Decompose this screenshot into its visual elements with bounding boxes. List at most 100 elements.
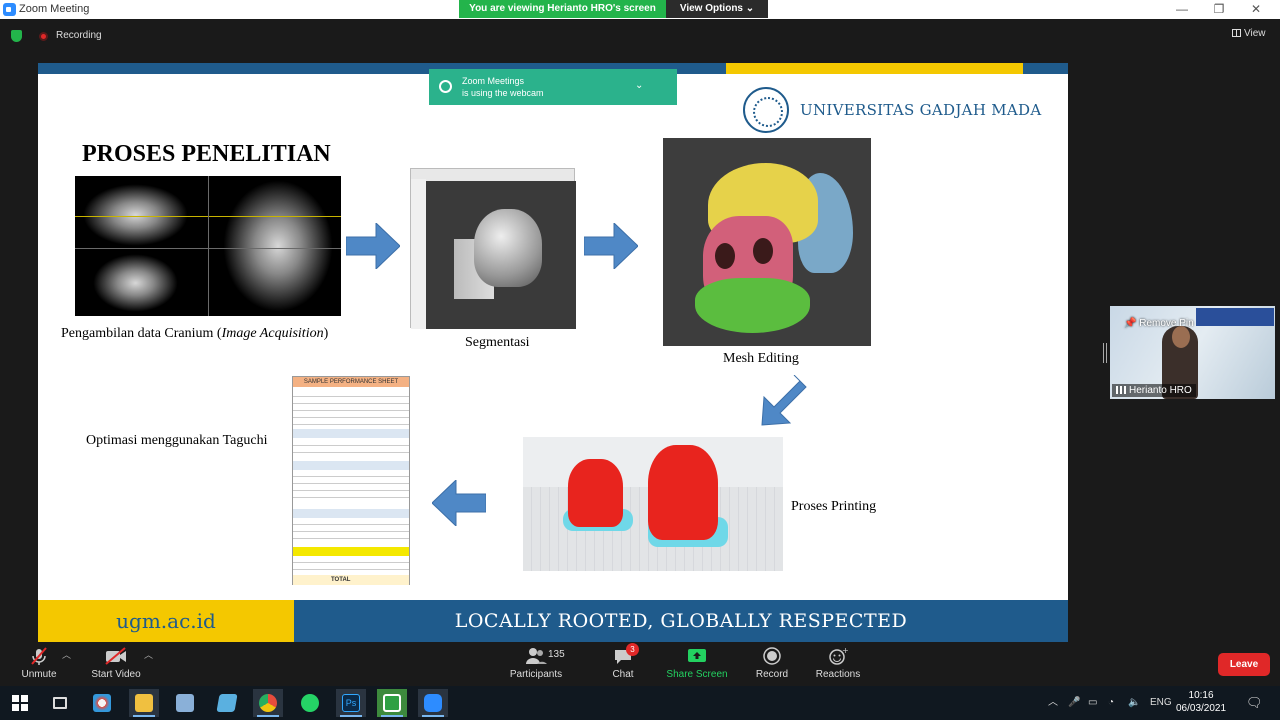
ct-axial-view xyxy=(93,254,178,312)
meeting-status-bar: Recording View xyxy=(0,19,1280,63)
tray-microphone-icon[interactable]: 🎤 xyxy=(1068,686,1080,720)
svg-text:+: + xyxy=(842,647,848,655)
sheet-row xyxy=(293,534,409,539)
start-video-button[interactable]: Start Video xyxy=(88,647,144,680)
university-name: UNIVERSITAS GADJAH MADA xyxy=(800,101,1042,119)
record-icon xyxy=(752,647,792,665)
participant-name-label: Herianto HRO xyxy=(1112,384,1196,397)
webcam-notification[interactable]: Zoom Meetings is using the webcam ⌄ xyxy=(429,69,677,105)
minimize-button[interactable]: — xyxy=(1164,0,1200,19)
share-screen-icon xyxy=(664,647,730,665)
zoom-app-icon xyxy=(3,3,16,16)
sheet-section-header xyxy=(293,547,409,556)
taskbar-app-chrome[interactable] xyxy=(253,689,283,717)
segmentation-3d-view xyxy=(426,181,576,329)
footer-motto: LOCALLY ROOTED, GLOBALLY RESPECTED xyxy=(454,610,908,632)
taskbar-app-whatsapp[interactable] xyxy=(295,689,325,717)
participants-label: Participants xyxy=(509,669,563,680)
maximize-button[interactable]: ❐ xyxy=(1201,0,1237,19)
recording-label[interactable]: Recording xyxy=(56,30,102,41)
sheet-section-header xyxy=(293,509,409,518)
chat-button[interactable]: 3 Chat xyxy=(605,643,641,680)
participant-background-banner xyxy=(1196,308,1274,326)
slide-title: PROSES PENELITIAN xyxy=(82,141,331,167)
mesh-eye-socket xyxy=(753,238,773,264)
webcam-icon xyxy=(439,80,452,93)
caption-taguchi: Optimasi menggunakan Taguchi xyxy=(86,433,268,448)
windows-logo-icon xyxy=(12,695,28,711)
audio-options-caret[interactable]: ︿ xyxy=(62,648,71,661)
slide-top-stripe-yellow xyxy=(726,63,1023,74)
sheet-section-header xyxy=(293,429,409,438)
taskbar-app-explorer[interactable] xyxy=(129,689,159,717)
arrow-right-icon xyxy=(346,223,400,269)
taskbar-app-zoom[interactable] xyxy=(418,689,448,717)
arrow-down-left-icon xyxy=(761,375,807,426)
sheet-row xyxy=(293,399,409,404)
ct-sagittal-view xyxy=(83,184,188,246)
sheet-row xyxy=(293,392,409,397)
whatsapp-icon xyxy=(301,694,319,712)
mesh-eye-socket xyxy=(715,243,735,269)
record-button[interactable]: Record xyxy=(752,647,792,680)
chat-label: Chat xyxy=(612,669,634,680)
taskbar-app-camtasia[interactable] xyxy=(377,689,407,717)
volume-icon[interactable]: 🔈 xyxy=(1128,686,1140,720)
sheet-row xyxy=(293,558,409,563)
sheet-row xyxy=(293,472,409,477)
start-button[interactable] xyxy=(5,689,35,717)
encryption-shield-icon[interactable] xyxy=(11,30,22,42)
view-button[interactable]: View xyxy=(1232,28,1266,39)
sheet-row xyxy=(293,420,409,425)
microphone-muted-icon xyxy=(18,647,60,665)
participants-button[interactable]: 135 Participants xyxy=(504,647,568,680)
unmute-button[interactable]: Unmute xyxy=(18,647,60,680)
window-title: Zoom Meeting xyxy=(19,3,90,15)
mesh-green-region xyxy=(695,278,810,333)
panel-resize-handle[interactable] xyxy=(1103,343,1107,363)
wifi-icon[interactable]: ◔ xyxy=(1108,686,1114,720)
signal-bars-icon xyxy=(1116,386,1126,394)
sheet-row xyxy=(293,413,409,418)
sheet-row xyxy=(293,479,409,484)
close-button[interactable]: ✕ xyxy=(1238,0,1274,19)
notifications-icon[interactable]: 🗨 xyxy=(1246,686,1263,720)
sheet-section-header xyxy=(293,461,409,470)
clock[interactable]: 10:16 06/03/2021 xyxy=(1176,689,1226,715)
taskbar-app-notes[interactable] xyxy=(212,689,242,717)
taskbar-app-photoshop[interactable]: Ps xyxy=(336,689,366,717)
record-label: Record xyxy=(755,669,789,680)
chevron-down-icon[interactable]: ⌄ xyxy=(635,80,643,91)
caption-segmentasi: Segmentasi xyxy=(465,335,530,350)
participants-count: 135 xyxy=(548,649,565,660)
reactions-icon: + xyxy=(814,646,862,665)
taskbar-app-calculator[interactable] xyxy=(170,689,200,717)
view-options-button[interactable]: View Options ⌄ xyxy=(666,0,768,18)
ct-coronal-view xyxy=(223,180,333,312)
video-options-caret[interactable]: ︿ xyxy=(144,648,153,661)
caption-image-acquisition: Pengambilan data Cranium (Image Acquisit… xyxy=(61,326,328,342)
tray-overflow-icon[interactable]: ︿ xyxy=(1048,686,1058,720)
unmute-label: Unmute xyxy=(21,669,57,680)
remove-pin-button[interactable]: 📌 Remove Pin xyxy=(1124,318,1194,329)
share-screen-button[interactable]: Share Screen xyxy=(664,647,730,680)
sheet-row xyxy=(293,406,409,411)
folder-icon xyxy=(135,694,153,712)
start-video-label: Start Video xyxy=(91,669,141,680)
task-view-button[interactable] xyxy=(45,689,75,717)
battery-icon[interactable]: ▭ xyxy=(1088,686,1098,720)
taskbar-app-paint[interactable] xyxy=(87,689,117,717)
input-language[interactable]: ENG xyxy=(1150,686,1172,720)
ct-vertical-divider xyxy=(208,176,209,316)
recording-dot-icon xyxy=(39,32,48,41)
notification-line2: is using the webcam xyxy=(462,88,544,98)
segmentation-toolbar xyxy=(411,179,426,329)
participant-video-tile[interactable]: 📌 Remove Pin Herianto HRO xyxy=(1110,306,1275,399)
chat-icon: 3 xyxy=(613,643,639,665)
chat-badge: 3 xyxy=(626,643,639,656)
grid-icon xyxy=(1232,29,1241,37)
reactions-button[interactable]: + Reactions xyxy=(814,646,862,680)
leave-button[interactable]: Leave xyxy=(1218,653,1270,676)
photoshop-icon: Ps xyxy=(342,694,360,712)
print-model-red xyxy=(648,445,718,540)
